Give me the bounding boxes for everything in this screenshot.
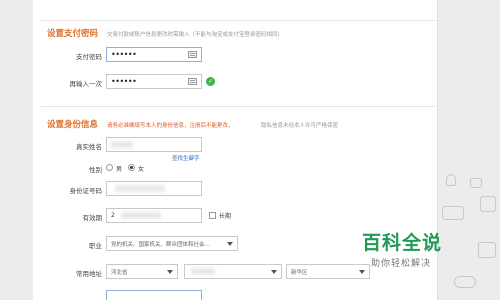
gender-label: 性别 <box>89 166 102 174</box>
watermark-title: 百科全说 <box>362 232 443 254</box>
city-redacted <box>191 268 215 275</box>
validity-redacted <box>121 212 161 219</box>
section-note-pay-password: 交易付款或账户信息更改时需输入（不能与淘宝或支付宝登录密码相同） <box>107 32 284 38</box>
keyboard-icon[interactable] <box>188 51 197 58</box>
id-number-input[interactable] <box>106 181 202 196</box>
validity-label: 有效期 <box>82 214 103 222</box>
confirm-password-input[interactable]: •••••• <box>106 74 202 89</box>
validity-input[interactable]: 2 <box>106 208 202 223</box>
check-ok-icon: ✓ <box>206 77 215 86</box>
confirm-password-label: 再输入一次 <box>69 80 103 88</box>
section-title-pay-password: 设置支付密码 <box>47 29 99 39</box>
person-icon <box>446 174 456 186</box>
validity-value: 2 <box>111 212 115 219</box>
id-number-label: 身份证号码 <box>69 187 103 195</box>
province-value: 河北省 <box>111 270 128 276</box>
divider-identity <box>41 106 436 107</box>
section-title-identity: 设置身份信息 <box>47 120 99 130</box>
keyboard-icon[interactable] <box>188 78 197 85</box>
chevron-down-icon <box>359 270 365 274</box>
chevron-down-icon <box>227 242 233 246</box>
gender-male-radio[interactable] <box>106 164 113 171</box>
section-note-identity-warning: 请务必准确填写本人的身份信息，注册后不能更改， <box>107 123 234 129</box>
side-icon-strip <box>438 160 500 300</box>
occupation-label: 职业 <box>89 242 102 250</box>
gender-female-radio[interactable] <box>128 164 135 171</box>
long-term-label: 长期 <box>219 213 232 220</box>
real-name-input[interactable] <box>106 137 202 152</box>
occupation-select[interactable]: 党的机关、国家机关、群众团体和社会... <box>106 236 238 251</box>
district-value: 新华区 <box>291 270 308 276</box>
real-name-label: 真实姓名 <box>76 143 102 151</box>
pay-password-input[interactable]: •••••• <box>106 47 202 62</box>
address-label: 常用地址 <box>76 270 102 278</box>
pay-password-value: •••••• <box>111 50 137 59</box>
taobao-icon <box>480 196 496 212</box>
gender-female-label: 女 <box>138 166 145 173</box>
payment-icon <box>478 242 496 258</box>
divider-top <box>41 20 436 21</box>
occupation-value: 党的机关、国家机关、群众团体和社会... <box>111 242 210 248</box>
confirm-password-value: •••••• <box>111 77 137 86</box>
id-number-redacted <box>115 185 165 192</box>
rare-character-link[interactable]: 查找生僻字 <box>172 154 200 162</box>
cloud-icon <box>454 276 476 288</box>
district-select[interactable]: 新华区 <box>286 264 370 279</box>
chevron-down-icon <box>167 270 173 274</box>
detailed-address-input[interactable] <box>106 290 202 300</box>
id-card-icon <box>442 206 464 220</box>
watermark-subtitle: 助你轻松解决 <box>371 259 432 269</box>
gender-male-label: 男 <box>116 166 123 173</box>
chevron-down-icon <box>271 270 277 274</box>
province-select[interactable]: 河北省 <box>106 264 178 279</box>
pay-password-label: 支付密码 <box>76 53 102 61</box>
city-select[interactable] <box>184 264 282 279</box>
real-name-redacted <box>111 141 133 148</box>
section-note-identity-privacy: 隐私信息未经本人许可严格保密 <box>261 123 339 129</box>
lock-icon <box>470 178 482 188</box>
long-term-checkbox[interactable] <box>209 212 216 219</box>
